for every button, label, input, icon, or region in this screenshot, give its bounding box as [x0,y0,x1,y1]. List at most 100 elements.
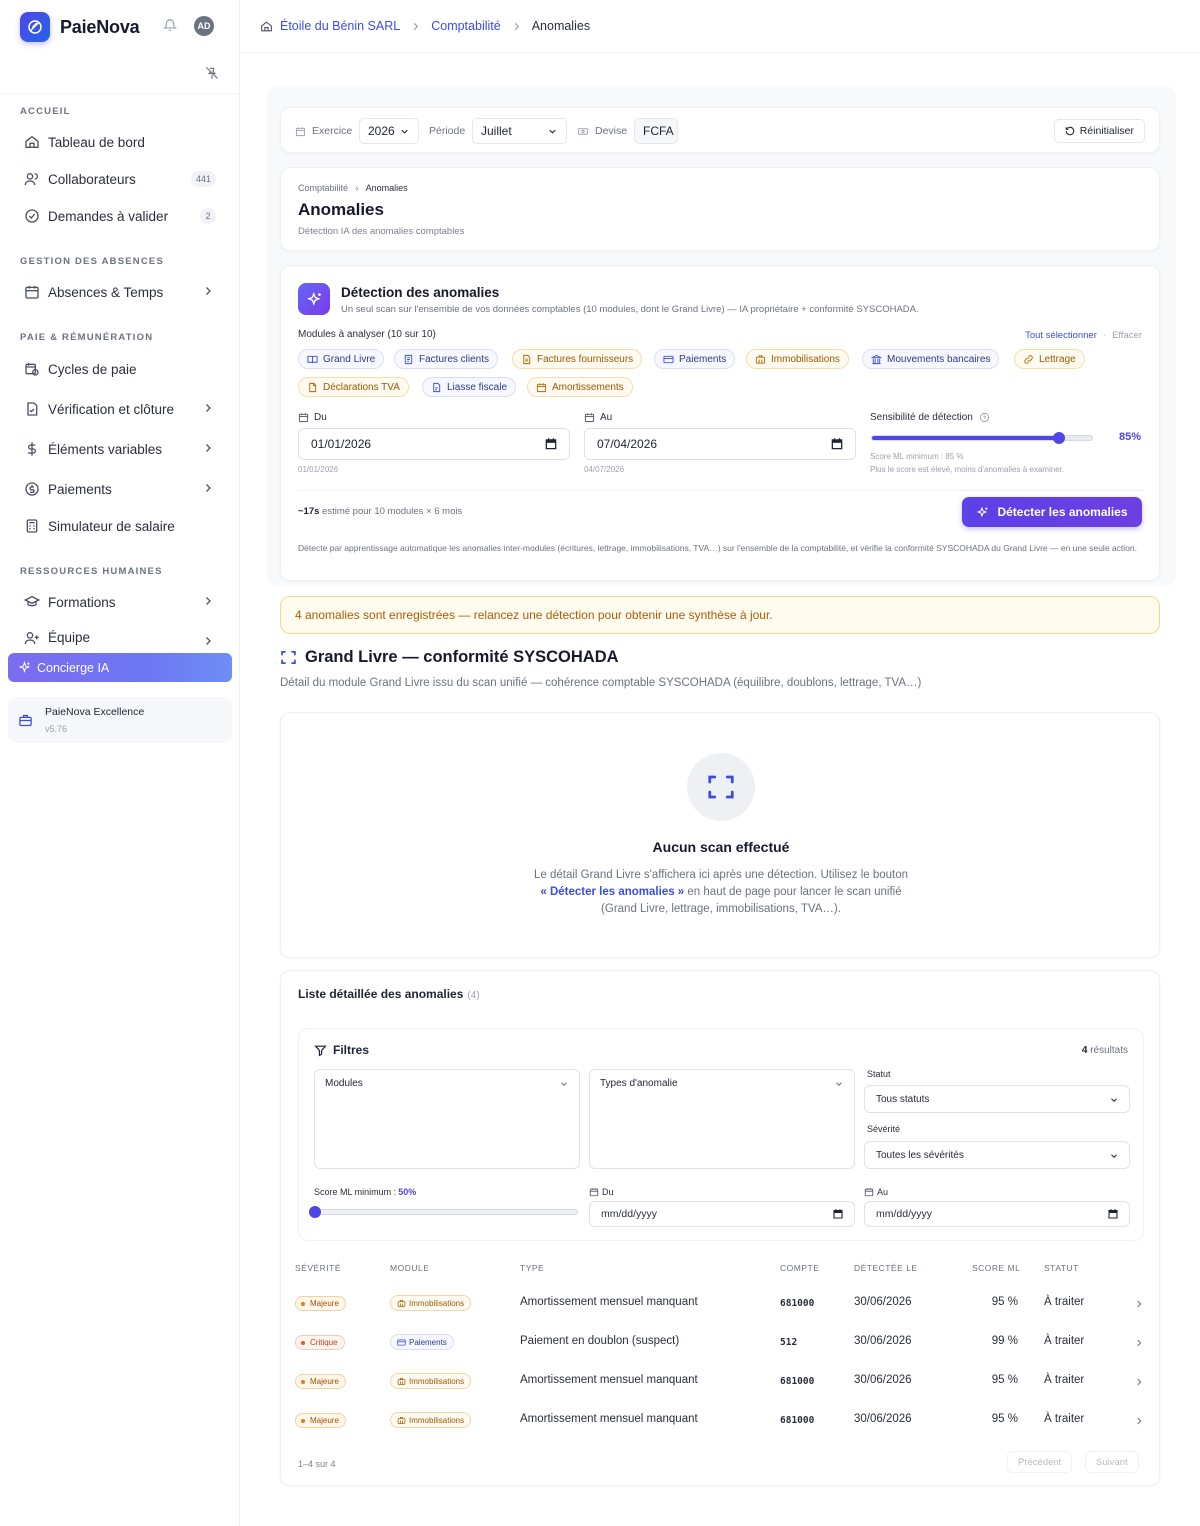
modules-multiselect[interactable]: Modules [314,1069,580,1169]
calendar-clock-icon [25,363,39,376]
page-crumb-parent[interactable]: Comptabilité [298,183,348,193]
chevron-right-icon[interactable] [1134,1338,1144,1348]
breadcrumb-current: Anomalies [531,19,591,33]
avatar[interactable]: AD [194,16,214,36]
au-date-input[interactable]: 07/04/2026 [584,428,856,460]
ml-score: 95 % [991,1413,1018,1425]
sensitivity-slider[interactable] [871,432,1093,444]
severity-badge: Majeure [295,1413,346,1428]
column-header-detectee[interactable]: DÉTECTÉE LE [854,1263,918,1273]
detection-description: Un seul scan sur l'ensemble de vos donné… [341,304,919,315]
table-row[interactable]: Majeure Immobilisations Amortissement mens… [281,1362,1161,1401]
periode-select[interactable]: Juillet [472,118,567,144]
ml-score: 95 % [991,1374,1018,1386]
column-header-type[interactable]: TYPE [520,1263,544,1273]
sidebar-item-absences[interactable]: Absences & Temps [24,280,216,304]
types-multiselect-label: Types d'anomalie [600,1078,678,1089]
module-chip[interactable]: Immobilisations [746,349,849,369]
sidebar-item-verification[interactable]: Vérification et clôture [24,397,216,421]
reset-button[interactable]: Réinitialiser [1053,119,1145,143]
breadcrumb-comptabilite[interactable]: Comptabilité [431,19,500,33]
concierge-ia-button[interactable]: Concierge IA [8,653,232,682]
calendar-icon [295,126,306,136]
column-header-statut[interactable]: STATUT [1044,1263,1079,1273]
exercice-value: 2026 [368,124,395,138]
sidebar-item-formations[interactable]: Formations [24,590,216,614]
brand[interactable]: PaieNova [20,12,140,42]
sensitivity-slider-thumb[interactable] [1053,432,1065,444]
score-min-hint: Score ML minimum : 85 % [870,452,964,461]
module-chip[interactable]: Liasse fiscale [422,377,517,397]
home-icon[interactable] [260,20,273,33]
sidebar-item-cycles[interactable]: Cycles de paie [24,357,216,381]
select-all-link[interactable]: Tout sélectionner [1025,330,1097,341]
module-chip-label: Factures fournisseurs [537,353,634,365]
column-header-severite[interactable]: SÉVÉRITÉ [295,1263,341,1273]
calendar-picker-icon[interactable] [830,437,844,451]
module-chip[interactable]: Grand Livre [298,349,385,369]
help-circle-icon[interactable] [979,412,990,423]
severity-label: Majeure [310,1416,339,1425]
module-chip[interactable]: Amortissements [527,377,633,397]
results-label: résultats [1087,1045,1128,1056]
column-header-compte[interactable]: COMPTE [780,1263,819,1273]
list-title: Liste détaillée des anomalies (4) [298,987,480,1001]
module-chip[interactable]: Factures fournisseurs [512,349,643,369]
statut-select[interactable]: Tous statuts [864,1085,1130,1113]
column-header-module[interactable]: MODULE [390,1263,429,1273]
module-chip[interactable]: Mouvements bancaires [862,349,1000,369]
severity-dot [301,1301,305,1306]
table-row[interactable]: Majeure Immobilisations Amortissement mens… [281,1284,1161,1323]
bell-icon[interactable] [163,18,177,32]
module-chip[interactable]: Paiements [654,349,736,369]
list-count: (4) [467,990,480,1001]
score-ml-slider-thumb[interactable] [309,1206,321,1218]
severity-badge: Majeure [295,1296,346,1311]
sidebar-item-collaborateurs[interactable]: Collaborateurs 441 [24,167,216,191]
calendar-picker-icon[interactable] [832,1208,844,1220]
account-number: 681000 [780,1298,815,1309]
chevron-right-icon[interactable] [1134,1416,1144,1426]
sidebar-item-tableau-de-bord[interactable]: Tableau de bord [24,130,216,154]
file-check-icon [27,402,38,416]
anomaly-status: À traiter [1044,1374,1085,1386]
calendar-picker-icon[interactable] [544,437,558,451]
severite-value: Toutes les sévérités [876,1149,964,1161]
unpin-icon[interactable] [205,66,219,80]
sidebar-item-label: Équipe [48,630,91,645]
score-ml-slider[interactable] [309,1206,578,1218]
table-row[interactable]: Majeure Immobilisations Amortissement mens… [281,1401,1161,1440]
severite-select[interactable]: Toutes les sévérités [864,1141,1130,1169]
detect-anomalies-button[interactable]: Détecter les anomalies [962,497,1142,527]
module-chip-label: Liasse fiscale [447,381,508,393]
table-row[interactable]: Critique Paiements Paiement en doublon (su… [281,1323,1161,1362]
du-date-input[interactable]: 01/01/2026 [298,428,570,460]
au-date-value: 07/04/2026 [597,437,658,451]
breadcrumb-company[interactable]: Étoile du Bénin SARL [280,19,400,33]
chevron-down-icon [561,1082,567,1086]
filter-au-input[interactable]: mm/dd/yyyy [864,1201,1130,1227]
sidebar-item-equipe[interactable]: Équipe [24,630,216,646]
module-icon [397,1377,406,1385]
sidebar-item-paiements[interactable]: Paiements [24,477,216,501]
exercice-select[interactable]: 2026 [359,118,419,144]
sidebar-item-elements-variables[interactable]: Éléments variables [24,437,216,461]
next-page-button[interactable]: Suivant [1085,1451,1139,1473]
filter-du-input[interactable]: mm/dd/yyyy [589,1201,855,1227]
previous-page-button[interactable]: Précédent [1007,1451,1073,1473]
module-chip[interactable]: Factures clients [394,349,499,369]
clear-link[interactable]: Effacer [1112,330,1142,341]
sidebar-item-simulateur[interactable]: Simulateur de salaire [24,514,216,538]
chevron-right-icon[interactable] [1134,1299,1144,1309]
module-chip[interactable]: Déclarations TVA [298,377,409,397]
module-chip[interactable]: Lettrage [1014,349,1085,369]
types-multiselect[interactable]: Types d'anomalie [589,1069,855,1169]
sidebar-item-demandes[interactable]: Demandes à valider 2 [24,204,216,228]
detection-card: Détection des anomalies Un seul scan sur… [280,265,1160,581]
empty-text-part: Le détail Grand Livre s'affichera ici ap… [533,869,909,881]
chevron-right-icon[interactable] [1134,1377,1144,1387]
column-header-score[interactable]: SCORE ML [972,1263,1020,1273]
section-accueil: ACCUEIL [20,106,71,117]
plan-card[interactable]: PaieNova Excellence v5.76 [8,697,232,743]
calendar-picker-icon[interactable] [1107,1208,1119,1220]
